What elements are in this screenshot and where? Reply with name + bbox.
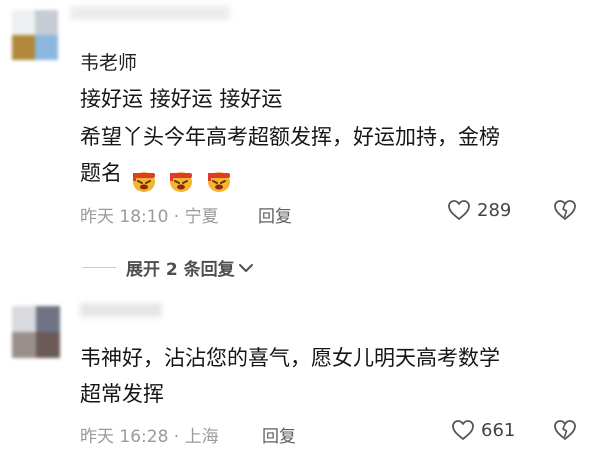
dislike-button[interactable] [553,419,577,445]
reply-button[interactable]: 回复 [262,422,296,447]
divider [82,267,116,268]
blurred-username [80,303,162,317]
dislike-button[interactable] [553,199,577,225]
comment-text-line: 韦神好，沾沾您的喜气，愿女儿明天高考数学 [80,346,500,370]
chevron-down-icon [238,263,253,272]
comment-username[interactable]: 韦老师 [80,48,137,75]
avatar[interactable] [12,306,60,358]
comment-text-line: 超常发挥 [80,382,164,406]
like-count: 289 [477,199,512,221]
expand-replies-button[interactable]: 展开 2 条回复 [82,255,254,280]
cheering-emoji-icon [170,172,193,192]
cheering-emoji-icon [208,172,231,192]
reply-button[interactable]: 回复 [258,202,292,227]
cheering-emoji-icon [132,172,155,192]
heart-outline-icon [452,420,474,440]
comment-text-segment: 题名 [80,161,122,185]
comment-text-line: 题名 [80,160,236,193]
comment-text-line: 接好运 接好运 接好运 [80,87,283,111]
like-button[interactable]: 289 [447,199,511,221]
blurred-username-top [70,6,230,20]
like-button[interactable]: 661 [451,419,515,441]
comment-text-line: 希望丫头今年高考超额发挥，好运加持，金榜 [80,125,500,149]
broken-heart-icon [554,420,576,440]
heart-outline-icon [448,200,470,220]
broken-heart-icon [554,200,576,220]
emoji-group [130,166,236,193]
comment-meta: 昨天 16:28 · 上海 [80,427,219,447]
comment-meta: 昨天 18:10 · 宁夏 [80,207,219,227]
avatar[interactable] [12,10,58,60]
like-count: 661 [481,419,516,441]
expand-replies-label: 展开 2 条回复 [126,260,235,280]
